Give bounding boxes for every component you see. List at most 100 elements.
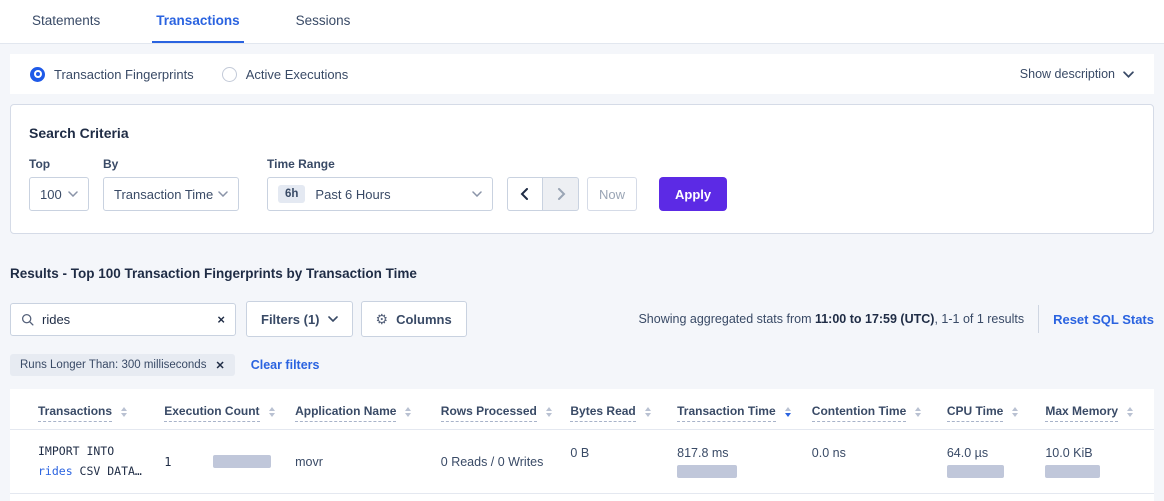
top-select[interactable]: 100	[29, 177, 89, 211]
column-header-transactions[interactable]: Transactions	[10, 389, 158, 430]
remove-filter-icon[interactable]: ✕	[215, 359, 224, 372]
gear-icon: ⚙	[376, 311, 389, 328]
sort-icon[interactable]	[546, 407, 552, 417]
tab-transactions[interactable]: Transactions	[152, 0, 243, 43]
radio-selected-icon[interactable]	[30, 67, 45, 82]
chevron-down-icon	[328, 316, 338, 322]
active-filters-row: Runs Longer Than: 300 milliseconds ✕ Cle…	[10, 354, 1154, 376]
stats-prefix: Showing aggregated stats from	[638, 312, 815, 326]
table-row: IMPORT INTO rides CSV DATA… 1 movr 0 Rea…	[10, 430, 1154, 494]
cell-bytes-read: 0 B	[564, 430, 671, 494]
clear-search-icon[interactable]: ×	[217, 313, 225, 326]
table-header-row: Transactions Execution Count Application…	[10, 389, 1154, 430]
columns-button[interactable]: ⚙ Columns	[361, 301, 467, 337]
column-header-execution-count[interactable]: Execution Count	[158, 389, 289, 430]
chevron-down-icon	[1123, 71, 1134, 78]
cell-cpu-time: 64.0 µs	[941, 430, 1040, 494]
now-button[interactable]: Now	[587, 177, 637, 211]
cell-execution-count: 1	[158, 430, 289, 494]
radio-label: Active Executions	[246, 67, 349, 82]
column-header-cpu-time[interactable]: CPU Time	[941, 389, 1040, 430]
time-range-select[interactable]: 6h Past 6 Hours	[267, 177, 493, 211]
column-header-rows-processed[interactable]: Rows Processed	[435, 389, 565, 430]
radio-unselected-icon[interactable]	[222, 67, 237, 82]
time-range-value: Past 6 Hours	[315, 187, 390, 202]
show-description-label: Show description	[1020, 67, 1115, 81]
top-select-value: 100	[40, 187, 62, 202]
transaction-time-value: 817.8 ms	[677, 446, 800, 460]
sql-line-2-rest: CSV DATA…	[73, 464, 142, 478]
execution-count-value: 1	[164, 455, 171, 469]
search-criteria-controls: Top 100 By Transaction Time Ti	[29, 157, 1135, 211]
show-description-toggle[interactable]: Show description	[1020, 67, 1134, 81]
columns-button-label: Columns	[396, 312, 452, 327]
filters-button[interactable]: Filters (1)	[246, 301, 353, 337]
chevron-right-icon	[555, 188, 567, 200]
tab-statements[interactable]: Statements	[28, 0, 104, 43]
search-criteria-title: Search Criteria	[29, 125, 1135, 141]
search-box[interactable]: ×	[10, 303, 236, 336]
sort-icon[interactable]	[269, 407, 275, 417]
time-prev-button[interactable]	[507, 177, 543, 211]
tab-sessions[interactable]: Sessions	[292, 0, 355, 43]
sort-icon[interactable]	[1127, 407, 1133, 417]
column-header-application-name[interactable]: Application Name	[289, 389, 435, 430]
sql-line-2: rides CSV DATA…	[38, 462, 152, 482]
chevron-down-icon	[68, 191, 78, 197]
execution-count-bar	[213, 455, 271, 468]
column-header-max-memory[interactable]: Max Memory	[1039, 389, 1154, 430]
time-range-label: Time Range	[267, 157, 493, 171]
max-memory-bar	[1045, 465, 1100, 478]
cell-transaction-time: 817.8 ms	[671, 430, 806, 494]
chevron-down-icon	[472, 191, 482, 197]
sort-icon-active-desc[interactable]	[785, 407, 791, 417]
search-input[interactable]	[42, 312, 217, 327]
cell-transaction-fingerprint[interactable]: IMPORT INTO rides CSV DATA…	[10, 430, 158, 494]
cell-max-memory: 10.0 KiB	[1039, 430, 1154, 494]
cell-rows-processed: 0 Reads / 0 Writes	[435, 430, 565, 494]
search-icon	[21, 313, 34, 326]
time-next-button[interactable]	[543, 177, 579, 211]
by-select[interactable]: Transaction Time	[103, 177, 239, 211]
time-nav-arrows	[507, 177, 579, 211]
filter-pill[interactable]: Runs Longer Than: 300 milliseconds ✕	[10, 354, 235, 376]
results-table-card: Transactions Execution Count Application…	[10, 389, 1154, 501]
time-range-badge: 6h	[278, 185, 305, 203]
chevron-left-icon	[519, 188, 531, 200]
page-body: Transaction Fingerprints Active Executio…	[0, 54, 1164, 501]
filter-pill-label: Runs Longer Than: 300 milliseconds	[20, 359, 206, 371]
view-toggle-bar: Transaction Fingerprints Active Executio…	[10, 54, 1154, 94]
radio-transaction-fingerprints[interactable]: Transaction Fingerprints	[30, 67, 194, 82]
radio-active-executions[interactable]: Active Executions	[222, 67, 349, 82]
column-header-transaction-time[interactable]: Transaction Time	[671, 389, 806, 430]
sort-icon[interactable]	[915, 407, 921, 417]
top-label: Top	[29, 157, 103, 171]
cpu-time-value: 64.0 µs	[947, 446, 1034, 460]
toolbar-divider	[1038, 305, 1039, 333]
sort-icon[interactable]	[1012, 407, 1018, 417]
stats-range: 11:00 to 17:59 (UTC)	[815, 312, 934, 326]
sort-icon[interactable]	[645, 407, 651, 417]
sort-icon[interactable]	[405, 407, 411, 417]
by-label: By	[103, 157, 267, 171]
view-radio-group: Transaction Fingerprints Active Executio…	[30, 67, 348, 82]
column-header-bytes-read[interactable]: Bytes Read	[564, 389, 671, 430]
aggregated-stats-text: Showing aggregated stats from 11:00 to 1…	[638, 312, 1024, 326]
transactions-table: Transactions Execution Count Application…	[10, 389, 1154, 494]
search-criteria-card: Search Criteria Top 100 By Transaction T…	[10, 104, 1154, 234]
by-control: By Transaction Time	[103, 157, 267, 211]
stats-suffix: , 1-1 of 1 results	[934, 312, 1024, 326]
reset-sql-stats-link[interactable]: Reset SQL Stats	[1053, 312, 1154, 327]
transaction-time-bar	[677, 465, 737, 478]
chevron-down-icon	[218, 191, 228, 197]
sql-table-link[interactable]: rides	[38, 464, 73, 478]
sort-icon[interactable]	[121, 407, 127, 417]
top-control: Top 100	[29, 157, 103, 211]
time-range-control: Time Range 6h Past 6 Hours	[267, 157, 493, 211]
cell-contention-time: 0.0 ns	[806, 430, 941, 494]
apply-button[interactable]: Apply	[659, 177, 727, 211]
by-select-value: Transaction Time	[114, 187, 213, 202]
clear-filters-link[interactable]: Clear filters	[251, 358, 320, 372]
cpu-time-bar	[947, 465, 1004, 478]
column-header-contention-time[interactable]: Contention Time	[806, 389, 941, 430]
